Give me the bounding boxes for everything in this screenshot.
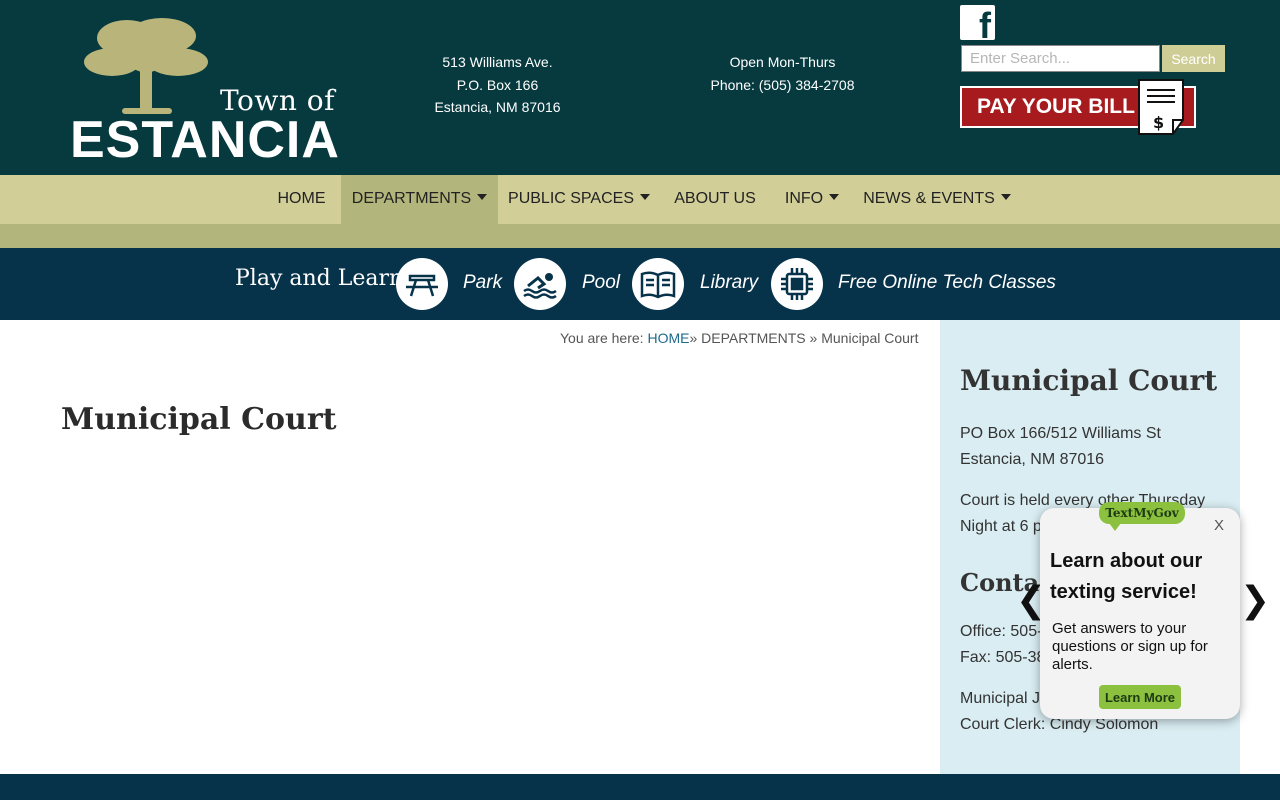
nav-subbar: [0, 224, 1280, 248]
sidebar-court-schedule: Night at 6 p: [960, 518, 1042, 535]
chevron-down-icon: [829, 194, 840, 200]
sidebar-address-line: PO Box 166/512 Williams St: [960, 425, 1161, 442]
book-icon[interactable]: [632, 258, 684, 310]
breadcrumb: You are here: HOME» DEPARTMENTS » Munici…: [560, 330, 918, 346]
address-line: Estancia, NM 87016: [434, 99, 561, 115]
site-header: Town of ESTANCIA 513 Williams Ave. P.O. …: [0, 0, 1280, 175]
chevron-down-icon: [477, 194, 488, 200]
sidebar-address-line: Estancia, NM 87016: [960, 451, 1105, 468]
nav-label: PUBLIC SPACES: [508, 190, 634, 207]
nav-label: INFO: [784, 190, 824, 207]
hours-text: Open Mon-Thurs: [729, 54, 836, 70]
nav-public-spaces[interactable]: PUBLIC SPACES: [500, 175, 658, 224]
nav-about-us[interactable]: ABOUT US: [660, 175, 770, 224]
address-line: 513 Williams Ave.: [442, 54, 553, 70]
pool-link[interactable]: Pool: [582, 272, 620, 294]
facebook-glyph: f: [979, 5, 991, 46]
play-and-learn-title: Play and Learn: [235, 266, 404, 291]
main-nav: HOME DEPARTMENTS PUBLIC SPACES ABOUT US …: [0, 175, 1280, 224]
close-icon[interactable]: X: [1214, 517, 1224, 534]
phone-text: Phone: (505) 384-2708: [710, 76, 855, 93]
address-line: P.O. Box 166: [456, 76, 539, 93]
nav-home[interactable]: HOME: [265, 175, 338, 224]
svg-text:$: $: [1153, 113, 1164, 132]
logo-estancia: ESTANCIA: [70, 111, 340, 169]
chevron-down-icon: [1000, 194, 1011, 200]
popup-next-arrow[interactable]: ❯: [1240, 580, 1270, 621]
textmygov-logo: TextMyGov: [1099, 502, 1185, 531]
sidebar-title: Municipal Court: [960, 364, 1218, 397]
nav-departments[interactable]: DEPARTMENTS: [341, 175, 498, 224]
address-block: 513 Williams Ave. P.O. Box 166 Estancia,…: [410, 51, 585, 119]
nav-label: DEPARTMENTS: [351, 190, 472, 207]
page-title: Municipal Court: [61, 402, 337, 437]
popup-body: Get answers to your questions or sign up…: [1052, 620, 1208, 673]
breadcrumb-home-link[interactable]: HOME: [647, 330, 689, 346]
nav-news-events[interactable]: NEWS & EVENTS: [852, 175, 1022, 224]
nav-label: NEWS & EVENTS: [863, 190, 995, 207]
breadcrumb-current: Municipal Court: [821, 330, 919, 346]
sidebar-judge: Municipal J: [960, 690, 1041, 707]
facebook-icon[interactable]: f: [960, 5, 995, 44]
breadcrumb-prefix: You are here:: [560, 330, 644, 346]
breadcrumb-departments[interactable]: DEPARTMENTS: [701, 330, 806, 346]
breadcrumb-separator: »: [689, 330, 698, 346]
microchip-icon[interactable]: [771, 258, 823, 310]
sidebar-fax: Fax: 505-38: [960, 649, 1046, 666]
tree-icon: [84, 18, 208, 114]
contact-block: Open Mon-Thurs Phone: (505) 384-2708: [690, 51, 875, 96]
breadcrumb-separator: »: [809, 330, 818, 346]
search-input[interactable]: [961, 45, 1160, 72]
play-and-learn-bar: Play and Learn Park Pool Library Free On…: [0, 248, 1280, 320]
popup-heading: Learn about our texting service!: [1050, 550, 1203, 603]
tech-classes-link[interactable]: Free Online Tech Classes: [838, 272, 1056, 294]
park-link[interactable]: Park: [463, 272, 502, 294]
sidebar-office-phone: Office: 505-: [960, 623, 1043, 640]
library-link[interactable]: Library: [700, 272, 758, 294]
swimmer-icon[interactable]: [514, 258, 566, 310]
chevron-down-icon: [639, 194, 650, 200]
site-footer: [0, 774, 1280, 800]
learn-more-button[interactable]: Learn More: [1099, 685, 1181, 709]
nav-info[interactable]: INFO: [774, 175, 850, 224]
picnic-table-icon[interactable]: [396, 258, 448, 310]
town-logo[interactable]: Town of ESTANCIA: [66, 14, 346, 169]
bill-icon: $: [1138, 79, 1184, 135]
textmygov-popup: TextMyGov X Learn about our texting serv…: [1040, 502, 1240, 719]
search-button[interactable]: Search: [1162, 45, 1225, 72]
nav-label: HOME: [277, 190, 326, 207]
nav-label: ABOUT US: [674, 190, 756, 207]
